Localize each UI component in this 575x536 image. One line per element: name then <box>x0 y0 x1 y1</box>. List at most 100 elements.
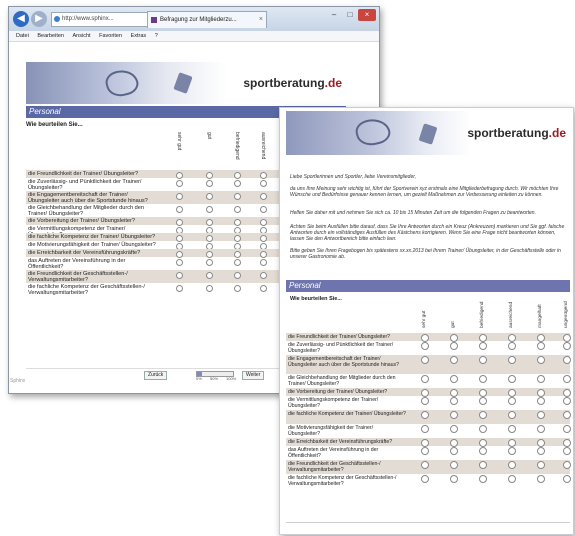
print-column-header: befriedigend <box>480 301 485 328</box>
print-rating-circle <box>450 425 458 433</box>
rating-radio[interactable] <box>206 206 213 213</box>
rating-radio[interactable] <box>206 193 213 200</box>
rating-radio[interactable] <box>176 180 183 187</box>
print-rating-circle <box>450 461 458 469</box>
print-rating-circle <box>508 356 516 364</box>
print-rating-circle <box>563 342 571 350</box>
close-icon[interactable]: × <box>358 9 376 21</box>
maximize-icon[interactable]: □ <box>343 9 357 21</box>
print-rating-circle <box>563 461 571 469</box>
menu-item-favoriten[interactable]: Favoriten <box>99 33 122 39</box>
print-rating-circle <box>421 356 429 364</box>
browser-tab[interactable]: Befragung zur Mitgliederzu... × <box>147 11 267 28</box>
print-rating-circle <box>421 342 429 350</box>
rating-radio[interactable] <box>234 285 241 292</box>
print-rating-circle <box>508 375 516 383</box>
print-rating-circle <box>450 356 458 364</box>
column-header: sehr gut <box>176 132 182 151</box>
print-question-row: die Freundlichkeit der Trainer/ Übungsle… <box>286 333 571 342</box>
rating-radio[interactable] <box>206 180 213 187</box>
print-rating-circle <box>563 447 571 455</box>
rating-radio[interactable] <box>260 180 267 187</box>
banner-image <box>26 62 226 104</box>
print-rating-circle <box>537 375 545 383</box>
rating-radio[interactable] <box>260 285 267 292</box>
print-question-label: das Auftreten der Vereinsführung in der … <box>288 447 379 459</box>
print-rating-circle <box>421 475 429 483</box>
column-header: ausreichend <box>260 132 266 160</box>
sphinx-logo: Sphinx <box>10 378 26 384</box>
rating-radio[interactable] <box>234 180 241 187</box>
rating-radio[interactable] <box>234 272 241 279</box>
print-question-row: die fachliche Kompetenz der Geschäftsste… <box>286 474 571 488</box>
print-question-row: die Vermittlungskompetenz der Trainer/ Ü… <box>286 396 571 410</box>
menu-item-ansicht[interactable]: Ansicht <box>73 33 91 39</box>
intro-paragraph-4: Bitte geben Sie Ihren Fragebogen bis spä… <box>290 248 561 260</box>
menu-item-datei[interactable]: Datei <box>16 33 29 39</box>
rating-radio[interactable] <box>260 272 267 279</box>
print-question-label: die fachliche Kompetenz der Geschäftsste… <box>288 475 397 487</box>
rating-radio[interactable] <box>234 259 241 266</box>
forward-arrow-icon[interactable]: ▶ <box>31 11 47 27</box>
question-label: die Motivierungsfähigkeit der Trainer/ Ü… <box>28 242 156 248</box>
rating-radio[interactable] <box>206 285 213 292</box>
rating-radio[interactable] <box>260 259 267 266</box>
print-rating-circle <box>508 475 516 483</box>
print-rating-circle <box>537 475 545 483</box>
print-question-label: die fachliche Kompetenz der Trainer/ Übu… <box>288 411 406 417</box>
question-label: das Auftreten der Vereinsführung in der … <box>28 258 126 271</box>
print-rating-circle <box>563 397 571 405</box>
rating-radio[interactable] <box>176 259 183 266</box>
print-column-header: gut <box>451 321 456 328</box>
print-rating-circle <box>450 342 458 350</box>
print-question-label: die Erreichbarkeit der Vereinsführungskr… <box>288 439 393 445</box>
minimize-icon[interactable]: – <box>327 9 341 21</box>
rating-radio[interactable] <box>176 285 183 292</box>
favicon-icon <box>151 17 157 23</box>
printed-questionnaire: sportberatung.de Liebe Sportlerinnen und… <box>279 107 574 535</box>
back-arrow-icon[interactable]: ◀ <box>13 11 29 27</box>
question-label: die Engagementbereitschaft der Trainer/ … <box>28 192 148 205</box>
rating-radio[interactable] <box>234 206 241 213</box>
menu-item-extras[interactable]: Extras <box>131 33 147 39</box>
print-question-label: die Freundlichkeit der Geschäftsstellen-… <box>288 461 381 473</box>
tab-title: Befragung zur Mitgliederzu... <box>160 17 237 23</box>
print-question-label: die Freundlichkeit der Trainer/ Übungsle… <box>288 334 391 340</box>
print-question-row: die Gleichbehandlung der Mitglieder durc… <box>286 374 571 388</box>
print-question-row: die Erreichbarkeit der Vereinsführungskr… <box>286 438 571 447</box>
rating-radio[interactable] <box>176 272 183 279</box>
rating-radio[interactable] <box>260 193 267 200</box>
print-rating-circle <box>563 425 571 433</box>
print-rating-circle <box>421 461 429 469</box>
print-rating-circle <box>479 475 487 483</box>
rating-radio[interactable] <box>176 206 183 213</box>
back-button[interactable]: Zurück <box>144 371 168 380</box>
rating-radio[interactable] <box>260 206 267 213</box>
menu-bar: Datei Bearbeiten Ansicht Favoriten Extra… <box>9 31 379 42</box>
rating-radio[interactable] <box>234 193 241 200</box>
print-rating-circle <box>479 425 487 433</box>
intro-greeting: Liebe Sportlerinnen und Sportler, liebe … <box>290 174 417 180</box>
rating-radio[interactable] <box>206 272 213 279</box>
menu-item-bearbeiten[interactable]: Bearbeiten <box>37 33 64 39</box>
ie-icon <box>54 16 60 22</box>
question-label: die Freundlichkeit der Geschäftsstellen-… <box>28 271 128 284</box>
print-question-row: die Freundlichkeit der Geschäftsstellen-… <box>286 460 571 474</box>
question-label: die Zuverlässig- und Pünktlichkeit der T… <box>28 179 142 192</box>
print-rating-circle <box>563 475 571 483</box>
rating-radio[interactable] <box>176 193 183 200</box>
menu-item-help[interactable]: ? <box>155 33 158 39</box>
print-question-heading: Wie beurteilen Sie... <box>290 296 342 302</box>
print-rating-circle <box>537 397 545 405</box>
address-bar[interactable]: http://www.sphinx... <box>51 12 153 27</box>
print-rating-circle <box>479 375 487 383</box>
print-rating-circle <box>508 397 516 405</box>
print-rating-circle <box>479 461 487 469</box>
next-button[interactable]: Weiter <box>242 371 265 380</box>
tab-close-icon[interactable]: × <box>259 12 263 28</box>
print-rating-circle <box>508 425 516 433</box>
print-rating-circle <box>421 411 429 419</box>
rating-radio[interactable] <box>206 259 213 266</box>
question-label: die Freundlichkeit der Trainer/ Übungsle… <box>28 171 139 177</box>
print-footer <box>286 522 570 533</box>
